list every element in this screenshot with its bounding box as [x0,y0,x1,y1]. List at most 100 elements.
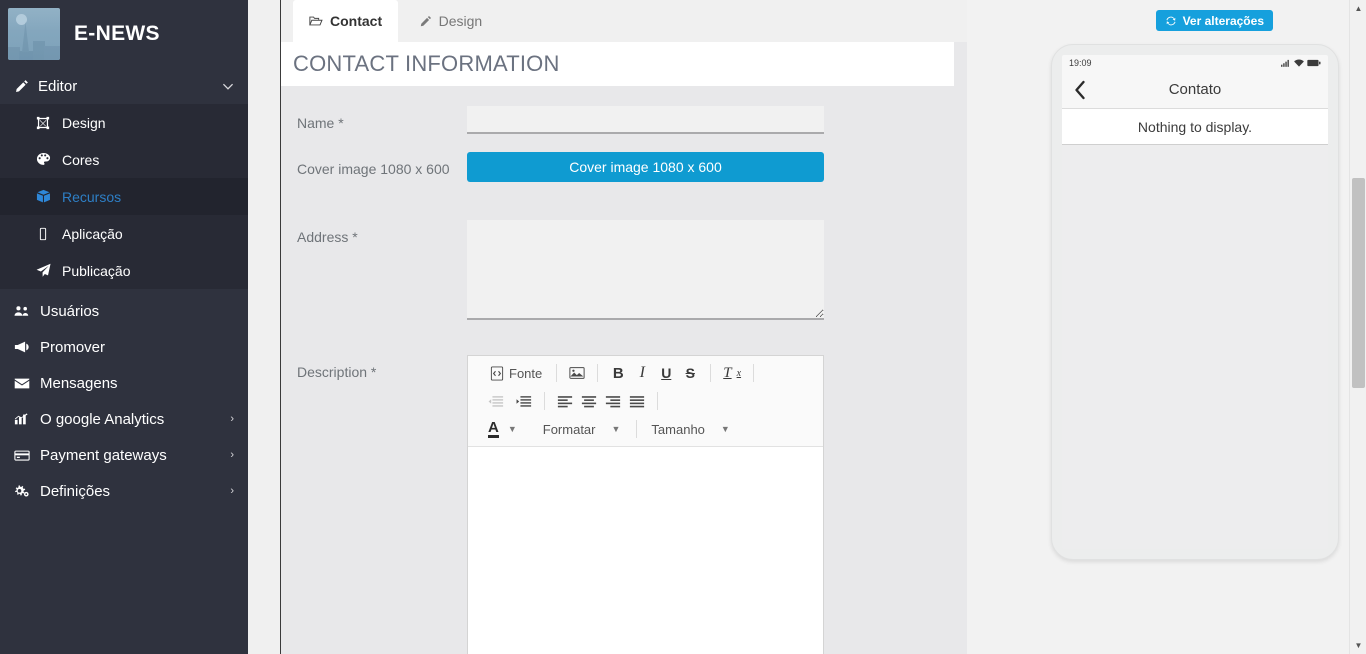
sidebar-item-label: Definições [40,482,111,500]
editor-toolbar: Fonte B I U S T x A ▼ Formatar ▼ Tamanho… [468,356,823,447]
format-dropdown[interactable]: Formatar ▼ [537,417,627,441]
address-textarea[interactable] [467,220,824,320]
sidebar-item-label: Recursos [62,188,122,205]
sidebar-group-label: Editor [38,77,78,95]
cover-image-button[interactable]: Cover image 1080 x 600 [467,152,824,182]
signal-icon [1281,59,1291,67]
phone-empty-message: Nothing to display. [1062,109,1328,145]
underline-icon[interactable]: U [654,361,678,385]
form-row-description: Description * Fonte B I U S T x A ▼ Form… [281,355,967,654]
cube-icon [36,189,62,204]
megaphone-icon [14,340,40,354]
form-row-name: Name * [281,106,967,134]
sidebar-item-google-analytics[interactable]: O google Analytics › [0,401,248,437]
sidebar-item-definicoes[interactable]: Definições › [0,473,248,509]
bold-icon[interactable]: B [606,361,630,385]
chevron-right-icon: › [230,413,234,425]
source-icon[interactable]: Fonte [484,361,548,385]
italic-icon[interactable]: I [630,361,654,385]
indent-icon[interactable] [512,389,536,413]
caret-down-icon: ▼ [611,424,621,434]
editor-toolbar-row-2 [472,387,819,415]
preview-pane: Ver alterações 19:09 Contato Nothing to … [967,0,1349,654]
sidebar-item-label: Design [62,114,106,131]
view-changes-button[interactable]: Ver alterações [1155,10,1273,31]
sidebar-subnav: Design Cores Recursos Aplicação Publicaç… [0,104,248,289]
design-frame-icon [36,116,62,130]
page-scrollbar[interactable]: ▲ ▼ [1349,0,1366,654]
sidebar-item-label: Usuários [40,302,100,320]
align-center-icon[interactable] [577,389,601,413]
size-dropdown[interactable]: Tamanho ▼ [645,417,735,441]
tab-contact[interactable]: Contact [293,0,399,42]
editor-toolbar-row-1: Fonte B I U S T x [472,359,819,387]
credit-card-icon [14,449,40,462]
name-input[interactable] [467,106,824,134]
brand[interactable]: E-NEWS [0,0,248,68]
toolbar-separator [597,364,599,382]
format-dropdown-label: Formatar [542,421,596,437]
sidebar-item-promover[interactable]: Promover [0,329,248,365]
description-editor-body[interactable] [468,447,823,654]
rich-text-editor: Fonte B I U S T x A ▼ Formatar ▼ Tamanho… [467,355,824,654]
sidebar-item-label: Mensagens [40,374,118,392]
strikethrough-icon[interactable]: S [678,361,702,385]
tab-design[interactable]: Design [403,0,499,42]
sidebar-item-publicacao[interactable]: Publicação [0,252,248,289]
chevron-right-icon: › [230,485,234,497]
sidebar-item-cores[interactable]: Cores [0,141,248,178]
sidebar-item-label: Promover [40,338,106,356]
chevron-left-icon[interactable] [1072,78,1088,102]
tab-bar: Contact Design [281,0,967,42]
toolbar-separator [544,392,545,410]
users-icon [14,304,40,318]
editor-toolbar-row-3: A ▼ Formatar ▼ Tamanho ▼ [472,415,819,443]
sidebar-item-design[interactable]: Design [0,104,248,141]
palette-icon [36,152,62,167]
text-color-letter: A [488,418,499,438]
toolbar-separator [753,364,755,382]
align-left-icon[interactable] [553,389,577,413]
form-row-cover-image: Cover image 1080 x 600 Cover image 1080 … [281,152,967,182]
status-time: 19:09 [1069,58,1092,68]
remove-format-icon[interactable]: Tx [719,361,745,385]
page-title: CONTACT INFORMATION [293,51,560,76]
main-content: Contact Design CONTACT INFORMATION Name … [280,0,967,654]
align-right-icon[interactable] [601,389,625,413]
scroll-up-arrow[interactable]: ▲ [1350,0,1366,17]
app-root: E-NEWS Editor Design Cores Recursos Apli… [0,0,1366,654]
address-label: Address * [297,229,358,245]
phone-screen: 19:09 Contato Nothing to display. [1062,55,1328,549]
sidebar-item-payment-gateways[interactable]: Payment gateways › [0,437,248,473]
sidebar-gutter [248,0,280,654]
mobile-icon [36,227,62,241]
refresh-icon [1165,15,1177,27]
scroll-down-arrow[interactable]: ▼ [1350,637,1366,654]
remove-format-label: T [723,364,732,381]
brand-title: E-NEWS [74,22,160,45]
text-color-icon[interactable]: A ▼ [484,417,521,441]
sidebar-item-label: O google Analytics [40,410,165,428]
view-changes-label: Ver alterações [1182,13,1264,28]
sidebar-item-aplicacao[interactable]: Aplicação [0,215,248,252]
contact-form: Name * Cover image 1080 x 600 Cover imag… [281,86,967,654]
chevron-down-icon[interactable] [222,80,234,92]
panel-header: CONTACT INFORMATION [281,42,954,86]
scrollbar-thumb[interactable] [1352,178,1365,388]
image-icon[interactable] [565,361,589,385]
pencil-icon [419,15,432,28]
outdent-icon[interactable] [484,389,508,413]
sidebar-item-label: Publicação [62,262,131,279]
toolbar-separator [710,364,712,382]
toolbar-separator [556,364,558,382]
toolbar-separator [636,420,638,438]
sidebar-group-editor[interactable]: Editor [0,68,248,104]
source-button-label: Fonte [509,365,543,381]
sidebar-item-mensagens[interactable]: Mensagens [0,365,248,401]
tab-label: Design [438,13,483,29]
city-skyline-thumbnail [8,8,60,60]
align-justify-icon[interactable] [625,389,649,413]
sidebar-item-recursos[interactable]: Recursos [0,178,248,215]
description-label: Description * [297,364,377,380]
sidebar-item-usuarios[interactable]: Usuários [0,293,248,329]
